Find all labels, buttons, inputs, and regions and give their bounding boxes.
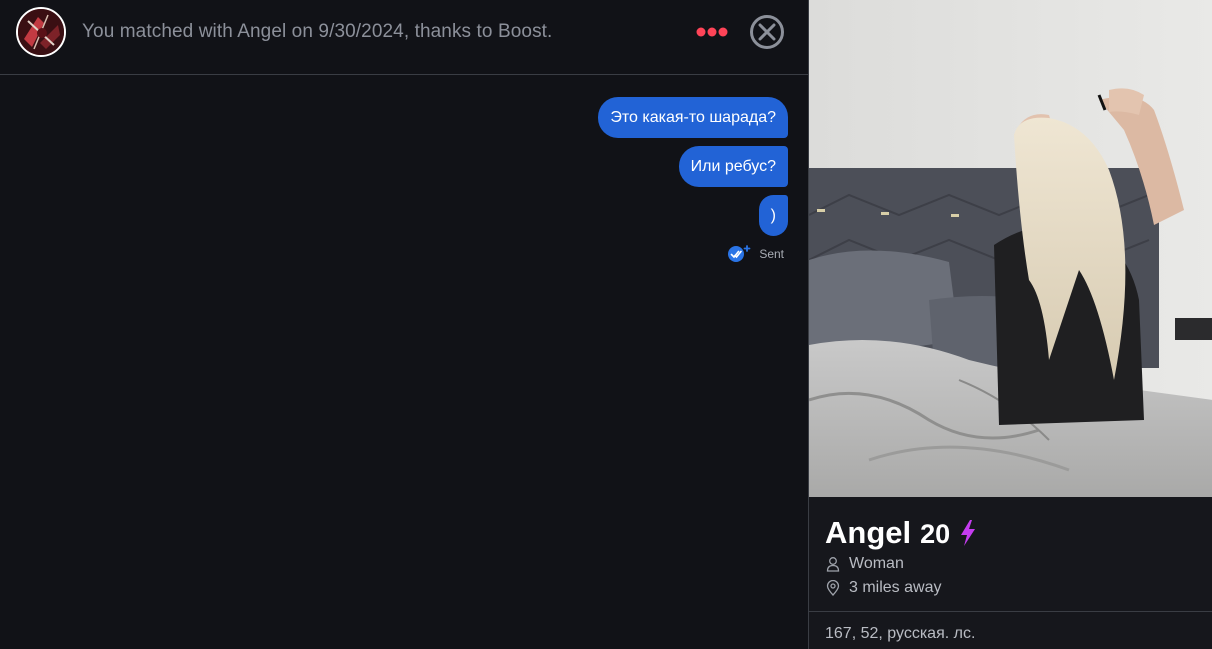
profile-age: 20: [920, 519, 951, 549]
message-status: Sent: [727, 245, 784, 263]
match-avatar[interactable]: [16, 7, 66, 57]
more-options-button[interactable]: [694, 22, 730, 42]
distance-row: 3 miles away: [825, 579, 941, 597]
app-window: You matched with Angel on 9/30/2024, tha…: [0, 0, 1212, 649]
more-dots-icon: [696, 27, 728, 37]
divider: [809, 611, 1212, 612]
sent-label: Sent: [759, 247, 784, 261]
name-row: Angel 20: [825, 515, 978, 551]
message-bubble[interactable]: Это какая-то шарада?: [598, 97, 788, 138]
person-icon: [826, 557, 840, 572]
location-pin-icon: [826, 580, 840, 596]
chat-header: You matched with Angel on 9/30/2024, tha…: [0, 0, 808, 75]
message-list: Это какая-то шарада? Или ребус? ) Sent: [598, 97, 788, 263]
distance-label: 3 miles away: [849, 579, 942, 596]
profile-photo[interactable]: [809, 0, 1212, 497]
profile-photo-image: [809, 0, 1212, 497]
profile-name: Angel: [825, 515, 912, 550]
double-check-icon: [728, 245, 751, 262]
close-circle-icon: [750, 15, 784, 49]
profile-pane: Angel 20 Woman 3 miles away 167, 52, рус…: [808, 0, 1212, 649]
message-bubble[interactable]: Или ребус?: [678, 146, 788, 187]
gender-label: Woman: [849, 555, 904, 572]
close-chat-button[interactable]: [749, 14, 785, 50]
profile-bio: 167, 52, русская. лс.: [825, 625, 976, 642]
lightning-bolt-icon: [961, 520, 976, 546]
chat-pane: You matched with Angel on 9/30/2024, tha…: [0, 0, 808, 649]
gender-row: Woman: [825, 555, 904, 573]
match-info-text: You matched with Angel on 9/30/2024, tha…: [82, 21, 553, 42]
message-bubble[interactable]: ): [758, 195, 788, 236]
profile-info: Angel 20 Woman 3 miles away 167, 52, рус…: [809, 497, 1212, 649]
